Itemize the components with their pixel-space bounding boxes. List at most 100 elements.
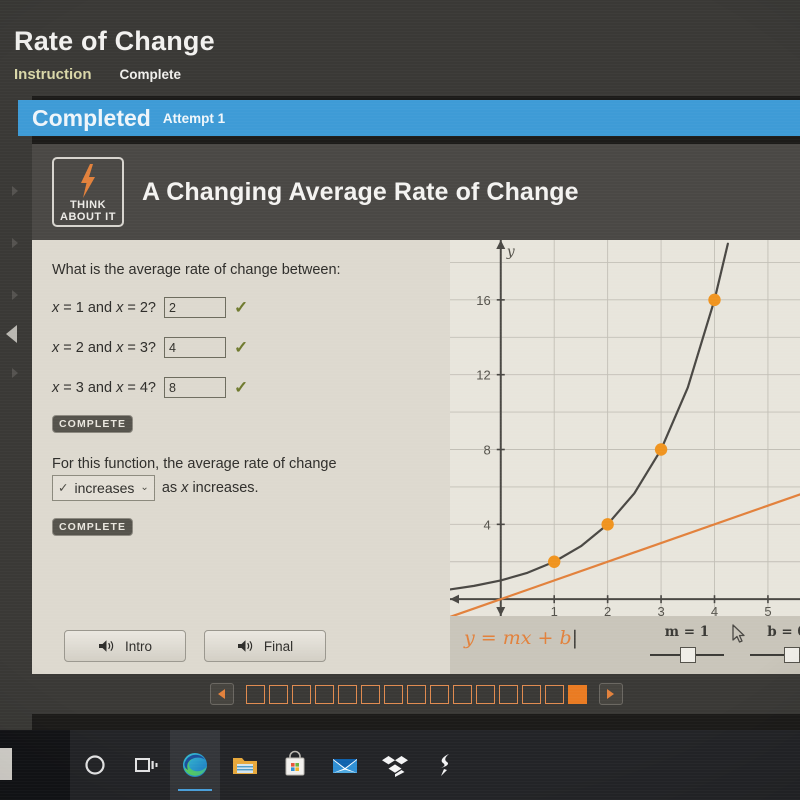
slope-slider[interactable]	[650, 647, 724, 663]
pagination-dot-4[interactable]	[314, 684, 334, 704]
rate-of-change-chart[interactable]: y4812161 2 3 4 5	[450, 240, 800, 674]
logo-text: THINK ABOUT IT	[54, 199, 122, 223]
graph-control-bar: y = mx + b| m = 1 b = 0	[450, 616, 800, 674]
slope-slider-handle[interactable]	[680, 647, 696, 663]
pagination-dot-2[interactable]	[268, 684, 288, 704]
lesson-panel: What is the average rate of change betwe…	[32, 240, 450, 674]
answer-row-label: x = 2 and x = 3?	[52, 339, 156, 356]
mail-button[interactable]	[320, 730, 370, 800]
task-view-button[interactable]	[120, 730, 170, 800]
chevron-down-icon: ⌄	[140, 482, 149, 493]
pagination-dot-8[interactable]	[406, 684, 426, 704]
mail-icon	[333, 759, 357, 773]
slope-label: m = 1	[664, 624, 710, 640]
pagination-dot-12[interactable]	[498, 684, 518, 704]
final-audio-button[interactable]: Final	[204, 630, 326, 662]
subnav-item-complete[interactable]: Complete	[120, 67, 182, 82]
sidebar-marker-icon	[12, 290, 18, 300]
dropbox-icon	[382, 756, 408, 777]
pagination-dot-5[interactable]	[337, 684, 357, 704]
lesson-title: A Changing Average Rate of Change	[142, 177, 579, 206]
intercept-slider-group[interactable]: b = 0	[750, 624, 800, 663]
pagination-dot-15[interactable]	[567, 684, 587, 704]
file-explorer-button[interactable]	[220, 730, 270, 800]
edge-browser-icon	[183, 753, 207, 777]
equation-label: y = mx + b|	[464, 627, 578, 649]
microsoft-store-button[interactable]	[270, 730, 320, 800]
final-audio-label: Final	[263, 638, 294, 654]
trend-dropdown[interactable]: ✓ increases ⌄	[52, 475, 155, 501]
pagination-dot-1[interactable]	[245, 684, 265, 704]
svg-text:y: y	[506, 244, 516, 260]
start-button[interactable]	[0, 730, 70, 800]
screen: Rate of Change Instruction Complete Comp…	[0, 0, 800, 800]
dropbox-button[interactable]	[370, 730, 420, 800]
correct-check-icon: ✓	[234, 338, 249, 357]
intro-audio-button[interactable]: Intro	[64, 630, 186, 662]
logo-line-2: ABOUT IT	[60, 210, 116, 223]
pagination-next-button[interactable]	[598, 683, 623, 705]
graph-panel[interactable]: y48121612345 y = mx + b| m = 1 b = 0	[450, 240, 800, 674]
lightning-app-button[interactable]	[420, 730, 470, 800]
cortana-button[interactable]	[70, 730, 120, 800]
status-banner: Completed Attempt 1	[18, 100, 800, 136]
complete-badge-2: COMPLETE	[52, 518, 134, 536]
equation-text: y = mx + b	[464, 627, 572, 649]
windows-taskbar	[0, 730, 800, 800]
microsoft-store-icon	[285, 750, 305, 776]
mouse-pointer-icon	[732, 624, 745, 643]
sidebar-collapse-icon[interactable]	[6, 325, 17, 343]
question-text: What is the average rate of change betwe…	[52, 262, 341, 278]
task-view-icon	[135, 758, 158, 772]
attempt-label: Attempt 1	[162, 110, 226, 126]
svg-text:8: 8	[484, 443, 491, 458]
answer-input-2[interactable]: 4	[164, 337, 226, 358]
pagination-dot-10[interactable]	[452, 684, 472, 704]
speaker-icon	[237, 640, 252, 652]
intro-audio-label: Intro	[124, 638, 152, 654]
pagination-prev-button[interactable]	[209, 683, 234, 705]
intercept-slider[interactable]	[750, 647, 800, 663]
pagination-dot-11[interactable]	[475, 684, 495, 704]
sidebar-marker-icon	[12, 186, 18, 196]
answer-row-label: x = 1 and x = 2?	[52, 299, 156, 316]
trend-dropdown-value: increases	[74, 480, 135, 496]
lesson-header: THINK ABOUT IT A Changing Average Rate o…	[32, 144, 800, 240]
intercept-slider-handle[interactable]	[784, 647, 800, 663]
pagination-dots	[245, 684, 587, 704]
answer-row: x = 1 and x = 2? 2 ✓	[52, 297, 450, 318]
file-explorer-icon	[233, 758, 257, 774]
status-badge: Completed	[32, 104, 151, 131]
pagination-dot-13[interactable]	[521, 684, 541, 704]
intercept-label: b = 0	[767, 624, 800, 640]
lightning-app-icon	[440, 754, 449, 776]
pagination-dot-9[interactable]	[429, 684, 449, 704]
subnav-item-instruction[interactable]: Instruction	[14, 66, 92, 83]
svg-text:4: 4	[484, 517, 491, 532]
answer-row-label: x = 3 and x = 4?	[52, 379, 156, 396]
lightning-bolt-icon	[81, 164, 95, 198]
pagination-dot-6[interactable]	[360, 684, 380, 704]
answer-input-1[interactable]: 2	[164, 297, 226, 318]
statement-suffix-a: as	[157, 480, 182, 496]
answer-row: x = 2 and x = 3? 4 ✓	[52, 337, 450, 358]
logo-line-1: THINK	[69, 199, 107, 211]
pagination-dot-3[interactable]	[291, 684, 311, 704]
speaker-icon	[98, 640, 114, 652]
prev-arrow-icon	[218, 689, 225, 699]
pagination-dot-14[interactable]	[544, 684, 564, 704]
answer-input-3[interactable]: 8	[164, 377, 226, 398]
statement-suffix-b: increases.	[188, 480, 259, 496]
slope-slider-group[interactable]: m = 1	[650, 624, 724, 663]
sidebar-marker-icon	[12, 238, 18, 248]
complete-badge-1: COMPLETE	[52, 415, 134, 433]
svg-text:16: 16	[476, 293, 490, 308]
content-frame: THINK ABOUT IT A Changing Average Rate o…	[32, 144, 800, 674]
svg-text:12: 12	[476, 368, 490, 383]
pagination-dot-7[interactable]	[383, 684, 403, 704]
sub-navigation: Instruction Complete	[14, 66, 181, 83]
edge-browser-button[interactable]	[170, 730, 220, 800]
sidebar-marker-icon	[12, 368, 18, 378]
answer-row: x = 3 and x = 4? 8 ✓	[52, 377, 450, 398]
pagination-bar	[32, 674, 800, 714]
